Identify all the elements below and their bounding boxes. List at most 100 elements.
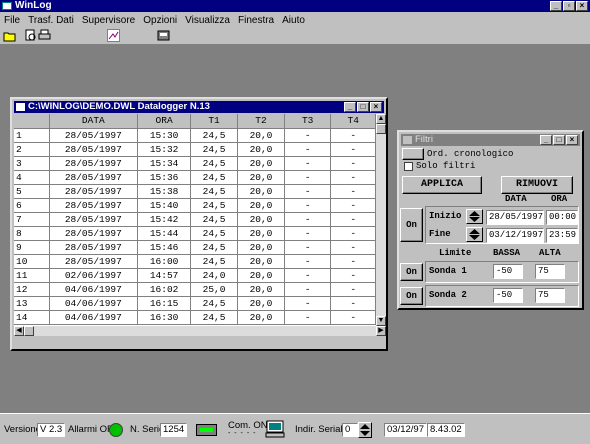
cell-t3[interactable]: - — [284, 310, 332, 325]
sonda2-bassa-field[interactable]: -50 — [493, 288, 523, 303]
cell-t1[interactable]: 24,5 — [190, 296, 239, 311]
filtri-minimize-button[interactable]: _ — [540, 135, 552, 145]
cell-data[interactable]: 28/05/1997 — [49, 240, 139, 255]
column-header-t1[interactable]: T1 — [190, 114, 239, 129]
sonda1-bassa-field[interactable]: -50 — [493, 264, 523, 279]
cell-t4[interactable]: - — [330, 296, 376, 311]
indir-seriale-value[interactable]: 0 — [342, 423, 358, 437]
data-grid[interactable]: DATA ORA T1 T2 T3 T4 1 28/05/1997 15:30 24,… — [14, 114, 376, 326]
cell-t4[interactable]: - — [330, 310, 376, 325]
cell-t1[interactable]: 24,0 — [190, 268, 239, 283]
vertical-scrollbar[interactable]: ▲ ▼ — [376, 114, 386, 326]
cell-t3[interactable]: - — [284, 212, 332, 227]
table-row[interactable]: 1 28/05/1997 15:30 24,5 20,0- - — [14, 128, 376, 143]
menu-file[interactable]: File — [0, 15, 24, 26]
row-number[interactable]: 12 — [14, 282, 50, 297]
column-header-ora[interactable]: ORA — [137, 114, 192, 129]
cell-ora[interactable]: 15:42 — [137, 212, 192, 227]
row-number[interactable]: 5 — [14, 184, 50, 199]
table-row[interactable]: 2 28/05/1997 15:32 24,5 20,0- - — [14, 142, 376, 157]
cell-t4[interactable]: - — [330, 184, 376, 199]
datalogger-icon[interactable] — [157, 29, 170, 42]
cell-t1[interactable]: 24,5 — [190, 184, 239, 199]
menu-visualizza[interactable]: Visualizza — [181, 15, 234, 26]
row-number[interactable]: 8 — [14, 226, 50, 241]
cell-t3[interactable]: - — [284, 170, 332, 185]
cell-t2[interactable]: 20,0 — [237, 184, 285, 199]
scroll-right-button[interactable]: ▶ — [376, 326, 386, 336]
row-number[interactable]: 13 — [14, 296, 50, 311]
date-filter-on-button[interactable]: On — [400, 208, 423, 242]
cell-data[interactable]: 28/05/1997 — [49, 156, 139, 171]
cell-t2[interactable]: 20,0 — [237, 254, 285, 269]
cell-t1[interactable]: 24,5 — [190, 198, 239, 213]
menu-finestra[interactable]: Finestra — [234, 15, 278, 26]
cell-ora[interactable]: 15:44 — [137, 226, 192, 241]
cell-ora[interactable]: 15:38 — [137, 184, 192, 199]
datalogger-maximize-button[interactable]: □ — [357, 102, 369, 112]
row-number[interactable]: 9 — [14, 240, 50, 255]
table-row[interactable]: 5 28/05/1997 15:38 24,5 20,0- - — [14, 184, 376, 199]
scroll-thumb[interactable] — [376, 124, 386, 134]
cell-data[interactable]: 28/05/1997 — [49, 212, 139, 227]
column-header-t3[interactable]: T3 — [284, 114, 332, 129]
cell-t1[interactable]: 24,5 — [190, 142, 239, 157]
sonda2-on-button[interactable]: On — [400, 287, 423, 305]
table-row[interactable]: 11 02/06/1997 14:57 24,0 20,0- - — [14, 268, 376, 283]
cell-ora[interactable]: 15:40 — [137, 198, 192, 213]
cell-t3[interactable]: - — [284, 128, 332, 143]
cell-t3[interactable]: - — [284, 184, 332, 199]
datalogger-titlebar[interactable]: C:\WINLOG\DEMO.DWL Datalogger N.13 _ □ × — [14, 101, 384, 113]
cell-ora[interactable]: 16:02 — [137, 282, 192, 297]
table-row[interactable]: 8 28/05/1997 15:44 24,5 20,0- - — [14, 226, 376, 241]
cell-ora[interactable]: 16:15 — [137, 296, 192, 311]
cell-ora[interactable]: 16:00 — [137, 254, 192, 269]
inizio-date-field[interactable]: 28/05/1997 — [486, 210, 544, 225]
cell-ora[interactable]: 16:30 — [137, 310, 192, 325]
cell-t2[interactable]: 20,0 — [237, 212, 285, 227]
cell-t1[interactable]: 24,5 — [190, 212, 239, 227]
cell-t4[interactable]: - — [330, 142, 376, 157]
menu-aiuto[interactable]: Aiuto — [278, 15, 309, 26]
cell-t1[interactable]: 24,5 — [190, 170, 239, 185]
cell-ora[interactable]: 15:32 — [137, 142, 192, 157]
cell-t3[interactable]: - — [284, 156, 332, 171]
inizio-spinner[interactable] — [466, 209, 483, 224]
cell-t1[interactable]: 24,5 — [190, 128, 239, 143]
table-row[interactable]: 13 04/06/1997 16:15 24,5 20,0- - — [14, 296, 376, 311]
ord-cronologico-button[interactable] — [402, 148, 424, 160]
print-preview-icon[interactable] — [24, 29, 37, 42]
printer-icon[interactable] — [38, 29, 51, 42]
fine-time-field[interactable]: 23:59 — [546, 228, 578, 243]
filtri-maximize-button[interactable]: □ — [553, 135, 565, 145]
cell-t4[interactable]: - — [330, 198, 376, 213]
chart-icon[interactable] — [107, 29, 120, 42]
table-row[interactable]: 6 28/05/1997 15:40 24,5 20,0- - — [14, 198, 376, 213]
cell-t2[interactable]: 20,0 — [237, 226, 285, 241]
cell-t4[interactable]: - — [330, 226, 376, 241]
cell-t4[interactable]: - — [330, 212, 376, 227]
row-number[interactable]: 3 — [14, 156, 50, 171]
row-number[interactable]: 11 — [14, 268, 50, 283]
cell-data[interactable]: 28/05/1997 — [49, 198, 139, 213]
fine-spinner[interactable] — [466, 227, 483, 242]
cell-ora[interactable]: 14:57 — [137, 268, 192, 283]
open-folder-icon[interactable] — [3, 29, 16, 42]
cell-t1[interactable]: 24,5 — [190, 156, 239, 171]
datalogger-window[interactable]: C:\WINLOG\DEMO.DWL Datalogger N.13 _ □ ×… — [10, 97, 388, 351]
column-header-t4[interactable]: T4 — [330, 114, 376, 129]
row-number[interactable]: 1 — [14, 128, 50, 143]
table-row[interactable]: 3 28/05/1997 15:34 24,5 20,0- - — [14, 156, 376, 171]
row-number[interactable]: 2 — [14, 142, 50, 157]
cell-t4[interactable]: - — [330, 128, 376, 143]
column-header-t2[interactable]: T2 — [237, 114, 285, 129]
cell-t2[interactable]: 20,0 — [237, 170, 285, 185]
scroll-left-button[interactable]: ◀ — [14, 326, 24, 336]
table-row[interactable]: 7 28/05/1997 15:42 24,5 20,0- - — [14, 212, 376, 227]
menu-trasf-dati[interactable]: Trasf. Dati — [24, 15, 78, 26]
filtri-close-button[interactable]: × — [566, 135, 578, 145]
scroll-down-button[interactable]: ▼ — [376, 316, 386, 326]
cell-ora[interactable]: 15:30 — [137, 128, 192, 143]
cell-t4[interactable]: - — [330, 170, 376, 185]
fine-date-field[interactable]: 03/12/1997 — [486, 228, 544, 243]
